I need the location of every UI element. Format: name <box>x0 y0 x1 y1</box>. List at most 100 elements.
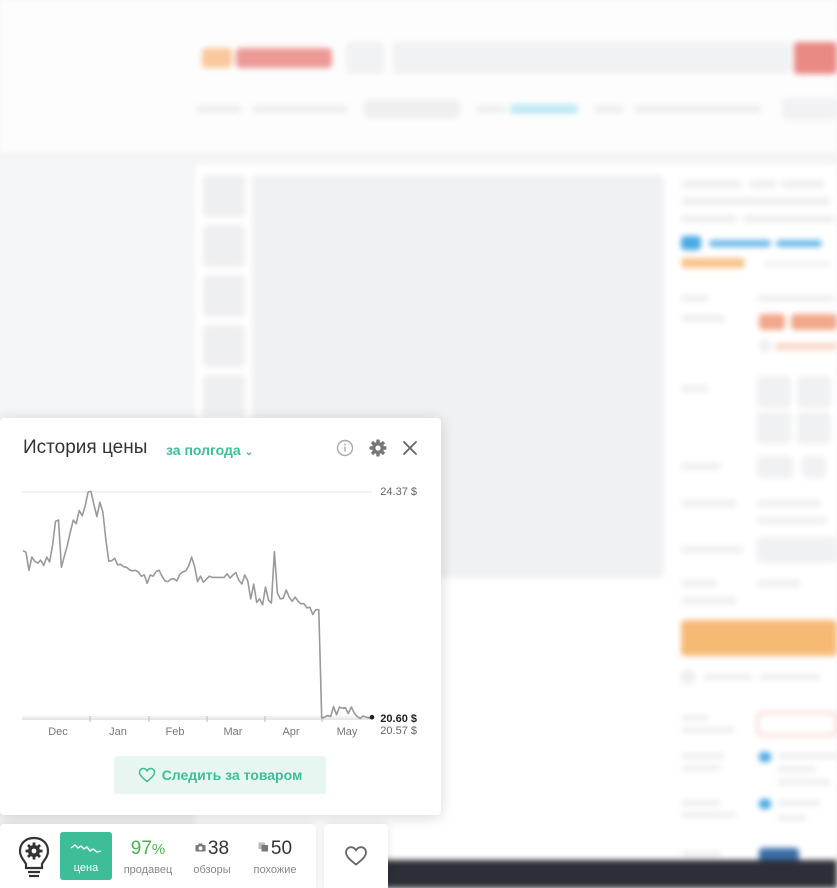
gear-icon[interactable] <box>368 438 388 458</box>
bg-block <box>794 42 837 74</box>
bg-block <box>759 674 821 680</box>
bg-block <box>681 546 743 553</box>
bg-block <box>782 98 837 120</box>
bg-block <box>681 851 721 857</box>
info-circle-icon[interactable] <box>336 439 354 457</box>
lightbulb-gear-icon[interactable] <box>14 834 54 880</box>
bg-thumb <box>203 375 245 417</box>
bg-block <box>757 376 791 408</box>
bg-block <box>252 105 348 113</box>
current-price-dot <box>369 714 375 720</box>
seller-label: продавец <box>123 864 173 876</box>
bg-block <box>681 215 737 223</box>
bg-block <box>757 456 793 478</box>
bg-block <box>196 105 242 113</box>
reviews-value: 38 <box>207 838 230 859</box>
similar-label: похожие <box>253 864 297 876</box>
bg-search <box>393 42 791 74</box>
bg-block <box>681 812 737 818</box>
period-selector[interactable]: за полгода ⌄ <box>166 442 253 458</box>
bg-block <box>681 597 737 604</box>
bg-block <box>364 100 460 118</box>
bg-block <box>757 500 821 507</box>
chevron-down-icon: ⌄ <box>244 447 254 458</box>
bg-block <box>757 537 837 563</box>
bg-block <box>759 799 771 809</box>
seller-rating[interactable]: 97% продавец <box>118 838 178 876</box>
bg-block <box>681 800 721 806</box>
bg-block <box>634 105 762 113</box>
max-price-label: 24.37 $ <box>380 486 417 498</box>
bg-header <box>0 0 837 152</box>
bg-block <box>777 766 817 772</box>
reviews-count[interactable]: 38 обзоры <box>184 838 240 876</box>
price-chart: 24.37 $ 20.60 $ 20.57 $ Dec Jan Feb Mar … <box>22 486 417 738</box>
bg-buy-button <box>681 620 837 656</box>
bg-block <box>743 215 835 223</box>
bg-block <box>346 42 384 74</box>
follow-product-button[interactable]: Следить за товаром <box>114 756 326 794</box>
bg-footer <box>380 860 837 888</box>
bg-thumb <box>203 325 245 367</box>
bg-block <box>802 456 826 478</box>
bg-block <box>681 715 709 721</box>
bg-block <box>781 180 825 188</box>
x-label-feb: Feb <box>166 726 185 738</box>
reviews-label: обзоры <box>193 864 231 876</box>
price-tab-label: цена <box>73 862 99 874</box>
bg-thumb <box>203 225 245 267</box>
bg-block <box>510 104 578 114</box>
x-label-dec: Dec <box>48 726 68 738</box>
bg-block <box>681 180 743 188</box>
bg-block <box>681 463 721 470</box>
bg-block <box>777 800 821 806</box>
popup-title: История цены <box>23 437 148 458</box>
bg-block <box>681 315 725 322</box>
bg-block <box>681 753 725 759</box>
favorite-button[interactable] <box>324 824 388 888</box>
similar-count[interactable]: 50 похожие <box>245 838 305 876</box>
bg-block <box>757 412 791 444</box>
price-tab[interactable]: цена <box>60 832 112 880</box>
x-label-mar: Mar <box>224 726 243 738</box>
bg-block <box>763 261 831 267</box>
bg-block <box>777 815 807 821</box>
bg-block <box>594 105 624 113</box>
bg-block <box>757 517 827 524</box>
bg-block <box>775 343 837 350</box>
bg-block <box>777 753 837 759</box>
bg-block <box>791 314 837 330</box>
bg-block <box>709 240 771 247</box>
seller-value: 97 <box>130 838 152 859</box>
bg-block <box>681 385 709 392</box>
heart-outline-icon <box>138 767 155 783</box>
bg-block <box>757 580 801 587</box>
bg-block <box>759 314 785 330</box>
bg-block <box>681 500 737 507</box>
bg-block <box>681 727 735 733</box>
bg-block <box>236 48 332 68</box>
bg-block <box>757 712 837 736</box>
current-price-label: 20.60 $ <box>380 713 417 725</box>
close-icon[interactable] <box>400 438 420 458</box>
bg-block <box>797 412 831 444</box>
similar-value: 50 <box>270 838 293 859</box>
bg-block <box>777 779 831 785</box>
bg-block <box>776 240 822 247</box>
bg-block <box>681 580 717 587</box>
price-line <box>22 490 373 720</box>
bg-block <box>757 295 835 302</box>
bg-thumb <box>203 275 245 317</box>
bg-block <box>681 258 745 268</box>
heart-outline-icon <box>345 846 367 866</box>
bg-block <box>749 180 777 188</box>
bg-block <box>703 674 753 680</box>
x-label-jan: Jan <box>109 726 127 738</box>
bg-block <box>681 295 709 302</box>
bg-block <box>202 48 232 68</box>
copy-icon <box>258 842 268 852</box>
bg-thumb <box>203 175 245 217</box>
bg-block <box>476 105 506 113</box>
bg-block <box>759 340 771 352</box>
bg-block <box>681 236 701 250</box>
